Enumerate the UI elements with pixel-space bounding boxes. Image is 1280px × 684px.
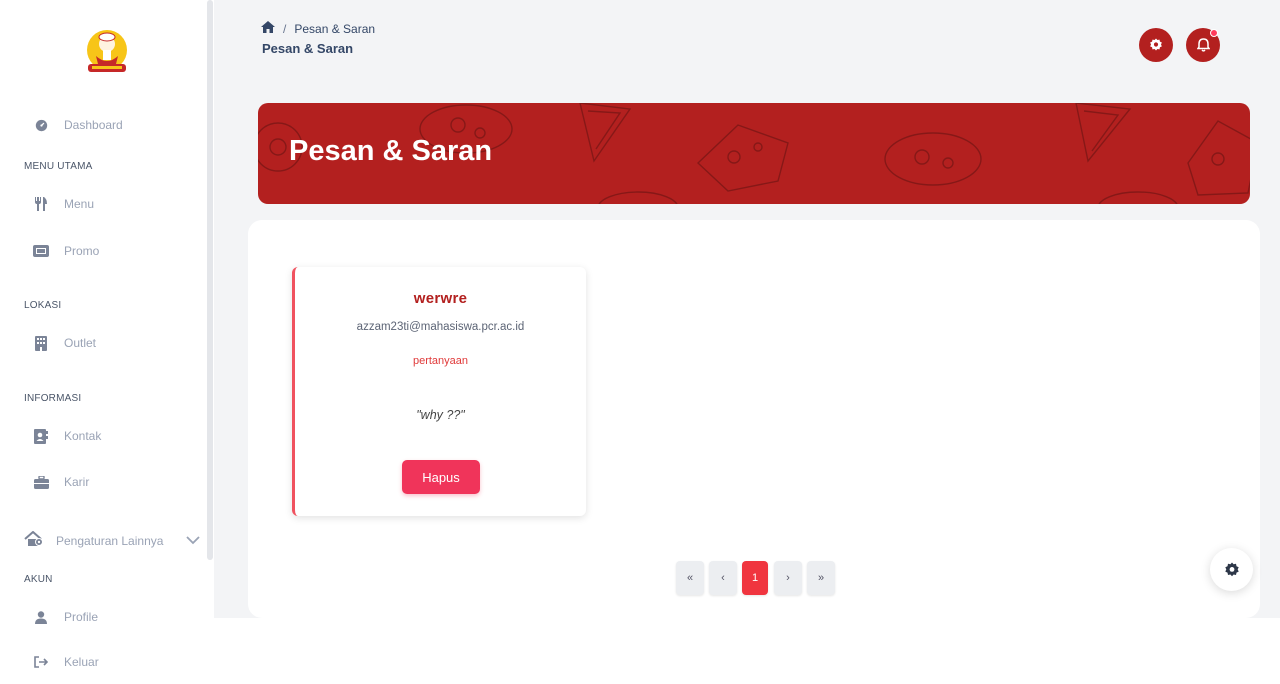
briefcase-icon bbox=[32, 473, 50, 491]
nav-keluar[interactable]: Keluar bbox=[32, 651, 99, 673]
utensils-icon bbox=[32, 195, 50, 213]
logout-icon bbox=[32, 653, 50, 671]
ticket-icon bbox=[32, 242, 50, 260]
message-card: werwre azzam23ti@mahasiswa.pcr.ac.id per… bbox=[292, 267, 586, 516]
breadcrumb-separator: / bbox=[283, 21, 287, 36]
notification-badge bbox=[1210, 29, 1218, 37]
section-menu-utama: MENU UTAMA bbox=[24, 161, 93, 172]
pagination-first[interactable]: « bbox=[676, 561, 704, 595]
nav-dashboard[interactable]: Dashboard bbox=[32, 114, 123, 136]
nav-outlet[interactable]: Outlet bbox=[32, 332, 96, 354]
nav-outlet-label: Outlet bbox=[64, 336, 97, 350]
gear-icon bbox=[1150, 38, 1162, 51]
section-lokasi: LOKASI bbox=[24, 300, 62, 311]
settings-button[interactable] bbox=[1139, 28, 1173, 62]
chevron-down-icon bbox=[186, 532, 200, 550]
message-sender-email: azzam23ti@mahasiswa.pcr.ac.id bbox=[356, 321, 525, 333]
nav-karir-label: Karir bbox=[64, 475, 90, 489]
message-category: pertanyaan bbox=[412, 355, 469, 367]
banner-title: Pesan & Saran bbox=[289, 135, 493, 167]
brand-logo[interactable] bbox=[82, 26, 132, 78]
nav-keluar-label: Keluar bbox=[64, 655, 99, 669]
message-sender-name: werwre bbox=[413, 290, 468, 307]
pagination-next[interactable]: › bbox=[774, 561, 802, 595]
notification-button[interactable] bbox=[1186, 28, 1220, 62]
nav-profile[interactable]: Profile bbox=[32, 606, 98, 628]
nav-profile-label: Profile bbox=[64, 610, 99, 624]
pagination-prev[interactable]: ‹ bbox=[709, 561, 737, 595]
pagination-last[interactable]: » bbox=[807, 561, 835, 595]
page-title: Pesan & Saran bbox=[262, 41, 354, 56]
nav-menu[interactable]: Menu bbox=[32, 193, 94, 215]
address-book-icon bbox=[32, 427, 50, 445]
nav-pengaturan-label: Pengaturan Lainnya bbox=[56, 534, 164, 548]
page-banner: Pesan & Saran bbox=[258, 103, 1250, 204]
house-settings-icon bbox=[24, 530, 44, 552]
section-akun: AKUN bbox=[24, 574, 53, 585]
user-icon bbox=[32, 608, 50, 626]
main-area: / Pesan & Saran Pesan & Saran Pesan & Sa… bbox=[214, 0, 1280, 618]
floating-settings-button[interactable] bbox=[1210, 548, 1253, 591]
messages-panel: werwre azzam23ti@mahasiswa.pcr.ac.id per… bbox=[248, 220, 1260, 618]
nav-kontak[interactable]: Kontak bbox=[32, 425, 101, 447]
nav-kontak-label: Kontak bbox=[64, 429, 102, 443]
pagination: « ‹ 1 › » bbox=[676, 561, 840, 595]
nav-dashboard-label: Dashboard bbox=[64, 118, 123, 132]
nav-promo[interactable]: Promo bbox=[32, 240, 99, 262]
building-icon bbox=[32, 334, 50, 352]
nav-karir[interactable]: Karir bbox=[32, 471, 89, 493]
gear-icon bbox=[1224, 562, 1239, 576]
nav-menu-label: Menu bbox=[64, 197, 95, 211]
breadcrumb-current: Pesan & Saran bbox=[294, 21, 376, 36]
sidebar: Dashboard MENU UTAMA Menu Promo LOKASI O… bbox=[0, 0, 214, 684]
dashboard-icon bbox=[32, 116, 50, 134]
breadcrumb: / Pesan & Saran bbox=[261, 21, 375, 36]
home-icon[interactable] bbox=[261, 21, 275, 36]
delete-button[interactable]: Hapus bbox=[402, 460, 480, 494]
bell-icon bbox=[1196, 38, 1210, 52]
pagination-current-page[interactable]: 1 bbox=[742, 561, 768, 595]
nav-promo-label: Promo bbox=[64, 244, 100, 258]
nav-pengaturan-lainnya[interactable]: Pengaturan Lainnya bbox=[24, 530, 200, 552]
message-text: "why ??" bbox=[416, 408, 465, 422]
section-informasi: INFORMASI bbox=[24, 393, 82, 404]
sidebar-scrollbar[interactable] bbox=[207, 0, 213, 560]
